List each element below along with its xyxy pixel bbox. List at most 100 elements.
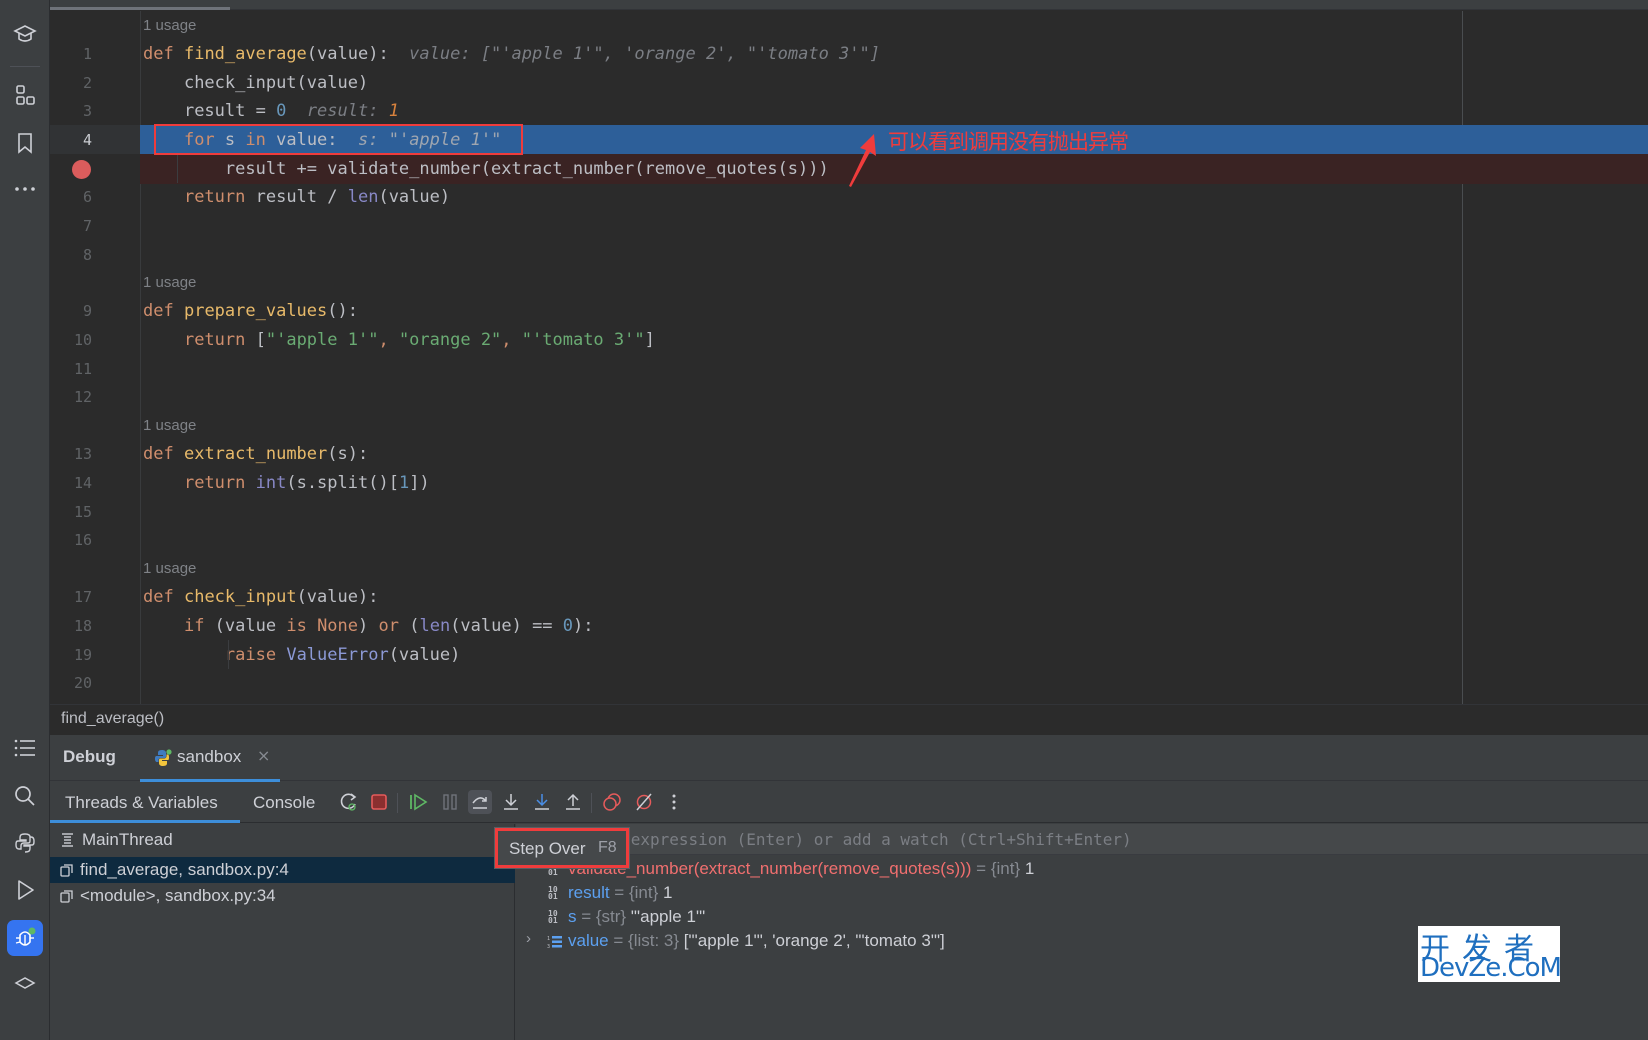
keyword: raise <box>224 645 277 665</box>
close-icon[interactable]: × <box>257 746 270 765</box>
resume-icon[interactable] <box>406 790 430 814</box>
punctuation: , <box>378 330 399 350</box>
line-number: 14 <box>73 474 92 492</box>
function-name: find_average <box>183 44 307 64</box>
code-line[interactable]: 8 <box>50 240 1648 270</box>
chevron-right-icon[interactable]: › <box>526 930 531 947</box>
usage-hint[interactable]: 1 usage <box>143 17 196 34</box>
variable-value: 1 <box>658 883 673 902</box>
string-literal: "orange 2" <box>398 330 502 350</box>
horizontal-scrollbar[interactable] <box>50 7 230 10</box>
thread-item[interactable]: MainThread <box>50 824 515 856</box>
stack-frame[interactable]: <module>, sandbox.py:34 <box>50 883 515 909</box>
usage-hint[interactable]: 1 usage <box>143 560 196 577</box>
code-line[interactable]: 1 def find_average(value): value: ["'app… <box>50 39 1648 69</box>
variable-name: value <box>568 931 609 950</box>
debug-icon[interactable] <box>7 920 43 956</box>
code-line[interactable]: 15 <box>50 497 1648 527</box>
step-over-tooltip: Step Over F8 <box>495 828 629 868</box>
stack-frame[interactable]: find_average, sandbox.py:4 <box>50 857 515 883</box>
code-line[interactable]: 17 def check_input(value): <box>50 582 1648 612</box>
code-line[interactable]: 3 result = 0 result: 1 <box>50 96 1648 126</box>
breakpoint-icon[interactable] <box>72 160 91 179</box>
pause-icon[interactable] <box>438 790 462 814</box>
code-text: (value): <box>306 44 389 64</box>
code-line[interactable]: 9 def prepare_values(): <box>50 296 1648 326</box>
line-number: 12 <box>73 388 92 406</box>
line-number: 10 <box>73 331 92 349</box>
usage-hint[interactable]: 1 usage <box>143 274 196 291</box>
run-icon[interactable] <box>9 874 41 906</box>
code-text: (value <box>204 616 287 636</box>
todo-list-icon[interactable] <box>9 732 41 764</box>
tab-threads-variables[interactable]: Threads & Variables <box>65 793 218 813</box>
code-text: (value): <box>296 587 379 607</box>
line-number: 15 <box>73 503 92 521</box>
line-number: 11 <box>73 360 92 378</box>
tab-console[interactable]: Console <box>253 793 315 813</box>
step-over-icon[interactable] <box>468 790 492 814</box>
python-console-icon[interactable] <box>9 827 41 859</box>
rerun-icon[interactable] <box>337 790 361 814</box>
annotation-arrow-icon <box>849 134 876 187</box>
code-line[interactable]: 13 def extract_number(s): <box>50 439 1648 469</box>
variable-row[interactable]: 10 01 result = {int} 1 <box>516 881 1648 905</box>
mute-breakpoints-icon[interactable] <box>632 790 656 814</box>
layers-icon[interactable] <box>9 968 41 1000</box>
code-line[interactable]: 18 if (value is None) or (len(value) == … <box>50 611 1648 641</box>
line-number: 13 <box>73 445 92 463</box>
variable-type: {int} <box>628 883 659 902</box>
frame-label: find_average, sandbox.py:4 <box>80 860 289 879</box>
inline-value-number: 1 <box>388 101 399 121</box>
svg-text:1: 1 <box>547 936 550 942</box>
evaluate-expression-input[interactable] <box>516 824 1648 855</box>
structure-icon[interactable] <box>9 79 41 111</box>
string-literal: "'tomato 3'" <box>521 330 645 350</box>
step-into-my-code-icon[interactable] <box>530 790 554 814</box>
more-options-icon[interactable] <box>662 790 686 814</box>
tooltip-shortcut: F8 <box>598 839 617 856</box>
variable-row[interactable]: 1001 validate_number(extract_number(remo… <box>516 857 1648 881</box>
code-text: result = <box>183 101 277 121</box>
evaluate-expression-field[interactable] <box>516 824 1648 855</box>
string-literal: "'apple 1'" <box>265 330 379 350</box>
debug-title: Debug <box>63 747 116 766</box>
step-into-icon[interactable] <box>499 790 523 814</box>
stop-icon[interactable] <box>367 790 391 814</box>
line-number: 18 <box>73 617 92 635</box>
line-number: 3 <box>82 102 92 120</box>
code-line[interactable]: 11 <box>50 354 1648 384</box>
keyword: or <box>378 616 399 636</box>
code-line[interactable]: 12 <box>50 382 1648 412</box>
code-line[interactable]: 20 <box>50 668 1648 698</box>
bookmarks-icon[interactable] <box>9 127 41 159</box>
code-line[interactable]: 14 return int(s.split()[1]) <box>50 468 1648 498</box>
code-text: (s): <box>327 444 369 464</box>
list-variable-icon: 13 <box>547 936 562 949</box>
code-editor[interactable]: 1 usage 1 def find_average(value): value… <box>50 11 1648 739</box>
function-name: check_input <box>183 587 297 607</box>
breadcrumb-item[interactable]: find_average() <box>61 710 164 728</box>
watermark-line2: DevZe.CoM <box>1420 953 1562 983</box>
code-line[interactable]: 7 <box>50 211 1648 241</box>
view-breakpoints-icon[interactable] <box>600 790 624 814</box>
step-out-icon[interactable] <box>561 790 585 814</box>
more-tools-icon[interactable] <box>9 173 41 205</box>
search-icon[interactable] <box>9 780 41 812</box>
code-line[interactable]: 2 check_input(value) <box>50 68 1648 98</box>
thread-label: MainThread <box>82 830 173 849</box>
variable-name: s <box>568 907 577 926</box>
breadcrumb[interactable]: find_average() <box>50 704 1648 735</box>
usage-hint[interactable]: 1 usage <box>143 417 196 434</box>
tab-session-sandbox[interactable]: sandbox × <box>140 735 280 782</box>
inline-value-hint: value: ["'apple 1'", 'orange 2', "'tomat… <box>409 44 880 64</box>
variable-name: result <box>568 883 610 902</box>
code-line[interactable]: 19 raise ValueError(value) <box>50 640 1648 670</box>
code-line[interactable]: 10 return ["'apple 1'", "orange 2", "'to… <box>50 325 1648 355</box>
code-line[interactable]: 16 <box>50 525 1648 555</box>
learn-icon[interactable] <box>9 18 41 50</box>
variable-type: {str} <box>595 907 627 926</box>
keyword: return <box>183 473 246 493</box>
tooltip-label: Step Over <box>509 839 586 858</box>
keyword: if <box>183 616 205 636</box>
